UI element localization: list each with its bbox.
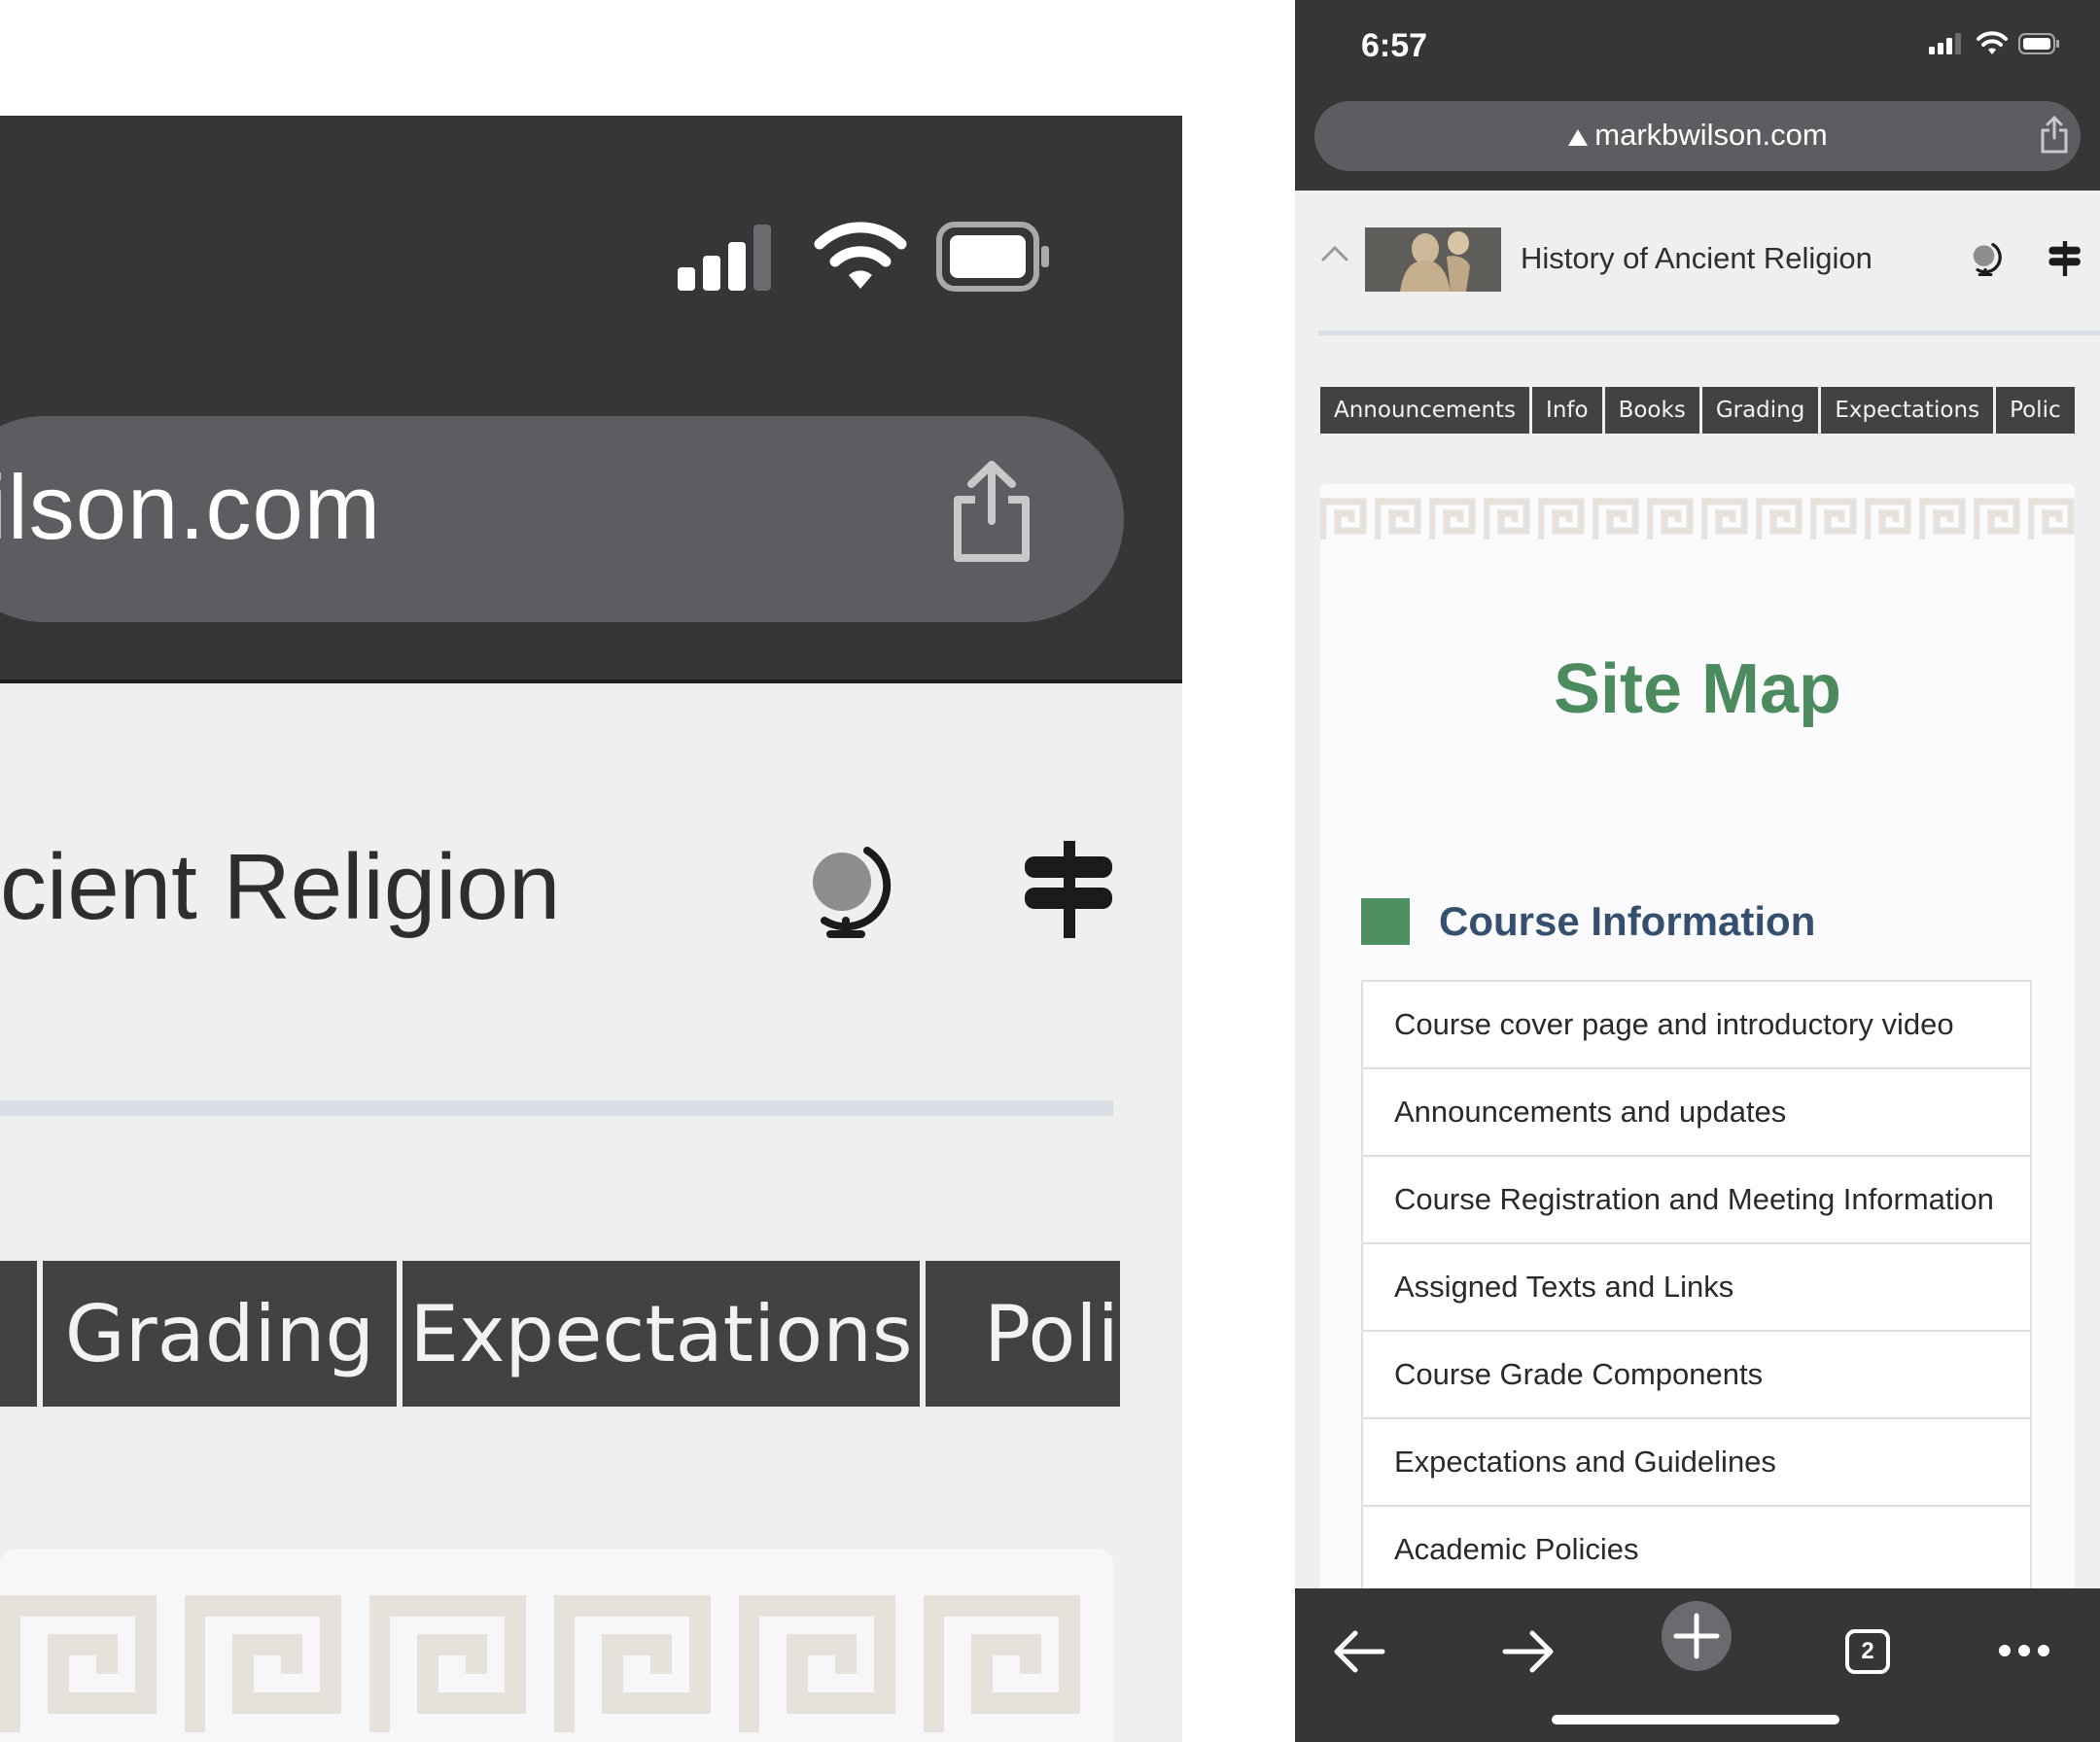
zoomed-tab-label: Grading: [64, 1288, 375, 1379]
signpost-icon[interactable]: [1021, 841, 1118, 938]
section-marker: [1361, 898, 1410, 945]
zoomed-header-divider: [0, 1100, 1113, 1116]
battery-icon: [936, 222, 1049, 292]
greek-key-border: [1320, 496, 2075, 542]
section-title: Course Information: [1439, 898, 1816, 944]
zoomed-tab-label: Expectations: [409, 1288, 913, 1379]
tab-announcements[interactable]: Announcements: [1320, 387, 1530, 434]
share-icon[interactable]: [948, 457, 1035, 564]
signal-icon: [1929, 33, 1961, 54]
site-logo-thumbnail[interactable]: [1365, 227, 1501, 292]
wifi-icon: [1977, 31, 2008, 54]
browser-bottom-toolbar: 2: [1295, 1588, 2100, 1742]
wifi-icon: [814, 222, 907, 289]
forward-icon[interactable]: [1501, 1629, 1556, 1674]
zoomed-tab-info[interactable]: [0, 1261, 37, 1407]
globe-icon[interactable]: [1968, 241, 2003, 276]
header-divider: [1318, 331, 2100, 335]
zoomed-tab-grading[interactable]: Grading: [43, 1261, 397, 1407]
tab-grading[interactable]: Grading: [1701, 387, 1819, 434]
new-tab-icon[interactable]: [1661, 1600, 1732, 1672]
sitemap-list: Course cover page and introductory video…: [1361, 980, 2032, 1637]
zoomed-detail-panel: ilson.com cient Religion Grading Expecta…: [0, 0, 1182, 1742]
greek-key-border: [0, 1586, 1108, 1742]
home-indicator: [1552, 1715, 1839, 1725]
more-icon[interactable]: [1997, 1641, 2051, 1660]
nav-tabs: Announcements Info Books Grading Expecta…: [1320, 387, 2078, 434]
content-card: Site Map Course Information Course cover…: [1320, 484, 2075, 1651]
list-item[interactable]: Course cover page and introductory video: [1363, 982, 2030, 1069]
tab-expectations[interactable]: Expectations: [1821, 387, 1994, 434]
signpost-icon[interactable]: [2048, 241, 2082, 276]
list-item[interactable]: Announcements and updates: [1363, 1069, 2030, 1157]
list-item[interactable]: Course Grade Components: [1363, 1332, 2030, 1419]
back-icon[interactable]: [1332, 1629, 1386, 1674]
page-title: Site Map: [1553, 650, 1842, 728]
status-icons: [1929, 31, 2061, 56]
tab-policies[interactable]: Polic: [1996, 387, 2075, 434]
tab-count: 2: [1861, 1638, 1874, 1664]
list-item[interactable]: Expectations and Guidelines: [1363, 1419, 2030, 1507]
list-item[interactable]: Academic Policies: [1363, 1507, 2030, 1594]
site-title[interactable]: History of Ancient Religion: [1521, 241, 1872, 276]
battery-icon: [2018, 33, 2059, 54]
web-content: History of Ancient Religion Announcement…: [1295, 191, 2100, 1651]
status-time: 6:57: [1361, 27, 1428, 64]
phone-screen: 6:57 markbwilson.com History of Ancient …: [1295, 0, 2100, 1742]
url-text: markbwilson.com: [1594, 118, 1828, 152]
zoomed-url-text: ilson.com: [0, 456, 382, 558]
zoomed-site-title: cient Religion: [0, 835, 561, 939]
globe-icon[interactable]: [797, 841, 894, 938]
zoomed-status-icons: [678, 219, 1053, 296]
list-item[interactable]: Assigned Texts and Links: [1363, 1244, 2030, 1332]
statue-image: [1365, 227, 1501, 292]
browser-top-bar: 6:57 markbwilson.com: [1295, 0, 2100, 191]
tab-books[interactable]: Books: [1604, 387, 1699, 434]
url-field[interactable]: markbwilson.com: [1314, 101, 2081, 171]
zoomed-tab-policies[interactable]: Polic: [926, 1261, 1120, 1407]
zoomed-tab-label: Polic: [984, 1288, 1120, 1379]
tabs-icon[interactable]: 2: [1845, 1629, 1890, 1674]
list-item[interactable]: Course Registration and Meeting Informat…: [1363, 1157, 2030, 1244]
chevron-up-icon[interactable]: [1320, 243, 1349, 262]
tab-info[interactable]: Info: [1532, 387, 1602, 434]
zoomed-nav-tabs: Grading Expectations Polic: [0, 1261, 1126, 1407]
url-display: markbwilson.com: [1314, 118, 2081, 153]
share-icon[interactable]: [2040, 115, 2069, 154]
warning-icon: [1568, 129, 1589, 146]
signal-icon: [678, 225, 771, 291]
zoomed-tab-expectations[interactable]: Expectations: [402, 1261, 920, 1407]
